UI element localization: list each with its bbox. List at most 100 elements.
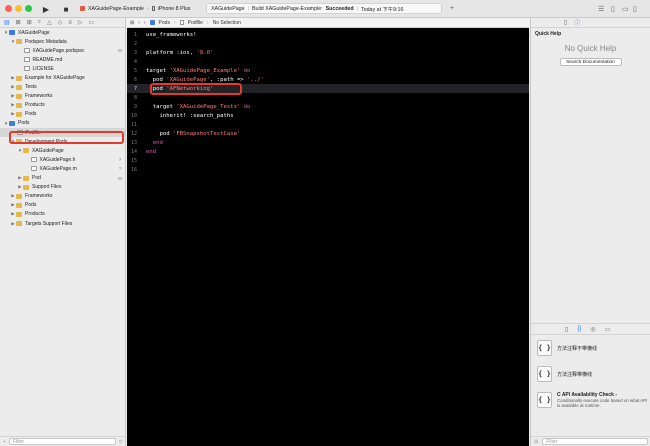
file-template-icon[interactable]: ▯ (565, 326, 568, 333)
tree-item-label: Pod (32, 175, 41, 182)
code-line[interactable]: 10 inherit! :search_paths (127, 111, 529, 120)
stop-button[interactable]: ■ (61, 4, 71, 14)
tree-item[interactable]: ▶ Pod M (0, 174, 125, 183)
recent-files-icon[interactable]: ◷ (119, 439, 123, 445)
tree-item[interactable]: XAGuidePage.h? (0, 155, 125, 164)
tree-item[interactable]: ▶ Support Files (0, 183, 125, 192)
minimize-window-button[interactable] (15, 5, 22, 12)
folder-tab-icon[interactable]: ▤ (4, 19, 10, 26)
snippet-item[interactable]: { } 方法注释不带横线 (531, 335, 650, 361)
line-number: 12 (130, 130, 137, 137)
code-line[interactable]: 16 (127, 165, 529, 174)
tree-item[interactable]: README.md (0, 55, 125, 64)
snippet-item[interactable]: { } C API Availability Check - Conditional… (531, 387, 650, 413)
find-tab-icon[interactable]: ⌕ (38, 19, 41, 26)
tree-item[interactable]: ▶ Frameworks (0, 92, 125, 101)
jump-crumb[interactable]: Podfile (188, 20, 203, 26)
file-icon (30, 166, 37, 172)
code-snippet-icon[interactable]: {} (577, 326, 581, 332)
file-icon (23, 66, 30, 72)
jump-crumb[interactable]: Pods (159, 20, 170, 26)
back-icon[interactable]: ‹ (138, 20, 140, 26)
tree-item[interactable]: ▶ Products (0, 101, 125, 110)
chevron-right-icon: › (206, 19, 209, 26)
tree-item[interactable]: XAGuidePage.podspec M (0, 46, 125, 55)
library-filter-input[interactable]: Filter (542, 438, 648, 445)
file-tree: ▼ XAGuidePage ▼ Podspec Metadata XAGuidePage… (0, 28, 125, 228)
navigator-filter-input[interactable]: Filter (8, 438, 116, 445)
code-snippet-icon: { } (537, 366, 552, 382)
tree-item-label: XAGuidePage.m (39, 165, 77, 172)
scheme-selector[interactable]: XAGuidePage-Example › iPhone 8 Plus (80, 3, 190, 14)
code-line[interactable]: 15 (127, 156, 529, 165)
file-inspector-icon[interactable]: ▯ (564, 19, 567, 26)
tree-item[interactable]: ▼ Podspec Metadata (0, 37, 125, 46)
tree-item[interactable]: ▼ XAGuidePage (0, 28, 125, 37)
related-items-icon[interactable]: ⊞ (130, 20, 134, 26)
code-line[interactable]: 9 target 'XAGuidePage_Tests' do (127, 102, 529, 111)
tree-item[interactable]: ▶ Targets Support Files (0, 219, 125, 228)
close-window-button[interactable] (5, 5, 12, 12)
object-library-icon[interactable]: ◎ (590, 326, 595, 333)
toggle-inspector-icon[interactable]: ▯ (633, 4, 637, 13)
tree-item[interactable]: ▶ Products (0, 210, 125, 219)
jump-crumb[interactable]: No Selection (213, 20, 241, 26)
tree-item[interactable]: ▶ Frameworks (0, 192, 125, 201)
tree-item[interactable]: XAGuidePage.m? (0, 164, 125, 173)
line-number: 2 (133, 40, 137, 47)
project-icon (9, 30, 15, 36)
code-token: target (146, 103, 177, 110)
folder-icon (23, 175, 29, 181)
test-tab-icon[interactable]: ◇ (58, 19, 63, 26)
breakpoint-tab-icon[interactable]: ▷ (78, 19, 83, 26)
symbol-tab-icon[interactable]: ⊞ (27, 19, 32, 26)
add-file-icon[interactable]: + (3, 439, 6, 445)
run-button[interactable]: ▶ (41, 4, 51, 14)
code-line[interactable]: 13 end (127, 138, 529, 147)
toggle-debug-icon[interactable]: ▭ (622, 4, 629, 13)
issue-tab-icon[interactable]: △ (47, 19, 52, 26)
tree-item-label: README.md (32, 56, 63, 63)
snippet-item[interactable]: { } 方法注释带横线 (531, 361, 650, 387)
quick-help-icon[interactable]: ⓘ (574, 18, 580, 27)
folder-icon (16, 211, 22, 217)
tree-item[interactable]: LICENSE (0, 64, 125, 73)
report-tab-icon[interactable]: ▭ (89, 19, 95, 26)
tree-item[interactable]: ▼ XAGuidePage (0, 146, 125, 155)
code-line[interactable]: 14 end (127, 147, 529, 156)
zoom-window-button[interactable] (25, 5, 32, 12)
debug-tab-icon[interactable]: ≡ (68, 20, 72, 26)
tree-item[interactable]: ▶ Pods (0, 201, 125, 210)
tree-item[interactable]: ▶ Example for XAGuidePage (0, 73, 125, 82)
forward-icon[interactable]: › (144, 20, 146, 26)
search-documentation-button[interactable]: Search Documentation (559, 58, 622, 66)
highlight-box-afnetworking (150, 83, 242, 95)
tree-item-label: Tests (25, 84, 37, 91)
folder-icon (16, 193, 22, 199)
grid-view-icon[interactable]: ⊞ (534, 439, 538, 445)
code-line[interactable]: 1 use_frameworks! (127, 30, 529, 39)
toggle-navigator-icon[interactable]: ▯ (611, 4, 615, 13)
tree-item[interactable]: ▶ Tests (0, 83, 125, 92)
code-line[interactable]: 2 (127, 39, 529, 48)
tree-item-label: Pods (25, 111, 37, 118)
activity-time: Today at 下午9:16 (361, 6, 404, 13)
editor-options-icon[interactable]: ☰ (598, 4, 604, 13)
code-line[interactable]: 5 target 'XAGuidePage_Example' do (127, 66, 529, 75)
code-line[interactable]: 11 (127, 120, 529, 129)
code-text: end (141, 140, 163, 146)
tree-item[interactable]: ▼ Pods (0, 119, 125, 128)
code-line[interactable]: 12 pod 'FBSnapshotTestCase' (127, 129, 529, 138)
tree-item-label: Products (25, 211, 45, 218)
code-line[interactable]: 3 platform :ios, '8.0' (127, 48, 529, 57)
code-line[interactable]: 4 (127, 57, 529, 66)
media-library-icon[interactable]: ▭ (605, 326, 611, 333)
tree-item-label: Support Files (32, 184, 62, 191)
library-icon[interactable]: + (450, 4, 454, 13)
code-text: end (141, 149, 156, 155)
code-token: 'XAGuidePage' (166, 76, 210, 83)
code-token: end (146, 139, 163, 146)
source-control-tab-icon[interactable]: ⊠ (16, 19, 21, 26)
tree-item[interactable]: ▶ Pods (0, 110, 125, 119)
code-token: do (240, 67, 251, 74)
